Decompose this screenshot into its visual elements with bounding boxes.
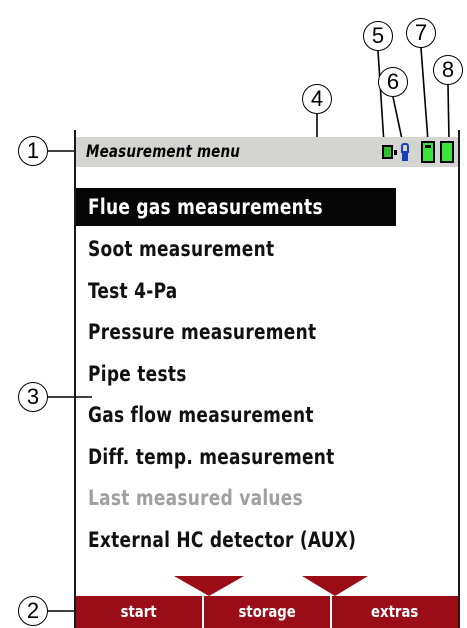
menu-item-label: Flue gas measurements	[88, 195, 323, 219]
softkey-label: storage	[238, 602, 296, 621]
menu-item-gas-flow[interactable]: Gas flow measurement	[76, 395, 458, 437]
menu-item-label: Test 4-Pa	[88, 278, 178, 303]
menu-item-label: External HC detector (AUX)	[88, 527, 357, 552]
power-icon	[382, 145, 397, 159]
menu-item-last-values: Last measured values	[76, 478, 458, 520]
storage-softkey[interactable]: storage	[204, 596, 332, 628]
callout-6: 6	[378, 67, 408, 97]
arrow-left-icon	[174, 576, 244, 596]
menu-item-flue-gas[interactable]: Flue gas measurements	[76, 188, 396, 226]
callout-2: 2	[18, 596, 48, 626]
menu-item-external-hc[interactable]: External HC detector (AUX)	[76, 520, 458, 562]
callout-5: 5	[363, 21, 393, 51]
callout-7: 7	[406, 18, 436, 48]
screen-title: Measurement menu	[86, 142, 240, 162]
menu-item-pressure[interactable]: Pressure measurement	[76, 312, 458, 354]
softkey-arrows	[174, 576, 368, 596]
measurement-menu: Flue gas measurements Soot measurement T…	[76, 188, 458, 561]
callout-1: 1	[18, 136, 48, 166]
callout-8: 8	[433, 55, 463, 85]
menu-item-label: Gas flow measurement	[88, 403, 314, 427]
callout-4: 4	[302, 84, 332, 114]
status-bar: Measurement menu	[76, 137, 458, 167]
menu-item-pipe-tests[interactable]: Pipe tests	[76, 354, 458, 396]
softkey-bar: start storage extras	[76, 596, 458, 628]
menu-item-test-4pa[interactable]: Test 4-Pa	[76, 271, 458, 313]
callout-3: 3	[18, 382, 48, 412]
start-softkey[interactable]: start	[76, 596, 204, 628]
extras-softkey[interactable]: extras	[332, 596, 458, 628]
menu-item-label: Soot measurement	[88, 237, 275, 261]
menu-item-diff-temp[interactable]: Diff. temp. measurement	[76, 437, 458, 479]
softkey-label: extras	[371, 602, 419, 621]
battery-icon	[421, 141, 435, 163]
battery-full-icon	[440, 141, 454, 163]
menu-item-label: Diff. temp. measurement	[88, 444, 335, 469]
menu-item-label: Pipe tests	[88, 361, 187, 386]
arrow-right-icon	[302, 576, 368, 596]
menu-item-label: Last measured values	[88, 486, 304, 510]
menu-item-label: Pressure measurement	[88, 320, 317, 344]
menu-item-soot[interactable]: Soot measurement	[76, 229, 458, 271]
softkey-label: start	[120, 602, 158, 621]
probe-icon	[400, 143, 410, 161]
